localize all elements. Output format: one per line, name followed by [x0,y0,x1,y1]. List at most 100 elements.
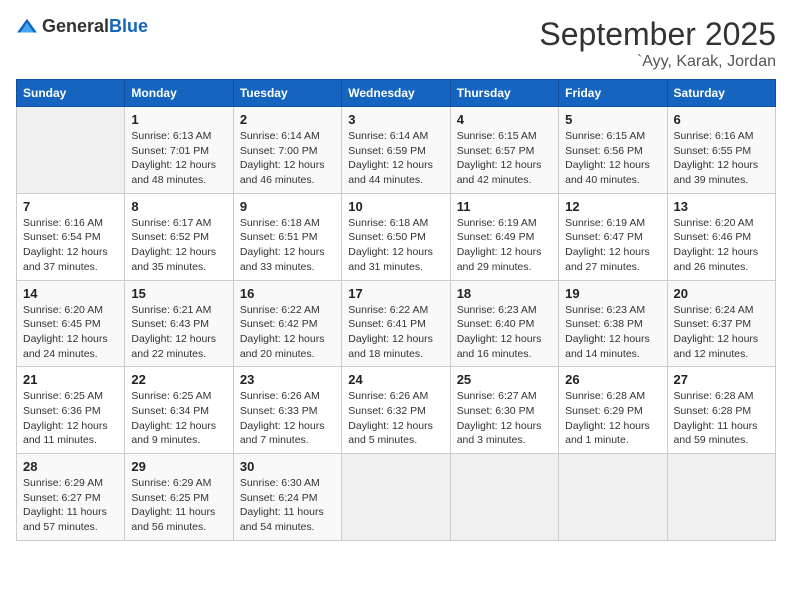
day-number: 29 [131,459,226,474]
calendar-cell: 24 Sunrise: 6:26 AM Sunset: 6:32 PM Dayli… [342,367,450,454]
day-number: 26 [565,372,660,387]
cell-content: Sunrise: 6:19 AM Sunset: 6:49 PM Dayligh… [457,216,552,275]
cell-content: Sunrise: 6:15 AM Sunset: 6:56 PM Dayligh… [565,129,660,188]
calendar-cell: 26 Sunrise: 6:28 AM Sunset: 6:29 PM Dayli… [559,367,667,454]
cell-content: Sunrise: 6:26 AM Sunset: 6:32 PM Dayligh… [348,389,443,448]
day-number: 2 [240,112,335,127]
day-number: 21 [23,372,118,387]
calendar-cell: 13Sunrise: 6:20 AM Sunset: 6:46 PM Dayli… [667,193,775,280]
cell-content: Sunrise: 6:15 AM Sunset: 6:57 PM Dayligh… [457,129,552,188]
calendar-cell: 28 Sunrise: 6:29 AM Sunset: 6:27 PM Dayli… [17,454,125,541]
weekday-header-cell: Wednesday [342,80,450,107]
calendar-cell: 18Sunrise: 6:23 AM Sunset: 6:40 PM Dayli… [450,280,558,367]
weekday-header-cell: Tuesday [233,80,341,107]
cell-content: Sunrise: 6:28 AM Sunset: 6:28 PM Dayligh… [674,389,769,448]
day-number: 7 [23,199,118,214]
day-number: 14 [23,286,118,301]
calendar-cell: 17 Sunrise: 6:22 AM Sunset: 6:41 PM Dayli… [342,280,450,367]
calendar-cell: 3 Sunrise: 6:14 AM Sunset: 6:59 PM Daylig… [342,107,450,194]
calendar-cell: 23 Sunrise: 6:26 AM Sunset: 6:33 PM Dayli… [233,367,341,454]
cell-content: Sunrise: 6:30 AM Sunset: 6:24 PM Dayligh… [240,476,335,535]
day-number: 11 [457,199,552,214]
cell-content: Sunrise: 6:18 AM Sunset: 6:51 PM Dayligh… [240,216,335,275]
cell-content: Sunrise: 6:14 AM Sunset: 6:59 PM Dayligh… [348,129,443,188]
cell-content: Sunrise: 6:14 AM Sunset: 7:00 PM Dayligh… [240,129,335,188]
calendar-cell: 10Sunrise: 6:18 AM Sunset: 6:50 PM Dayli… [342,193,450,280]
cell-content: Sunrise: 6:21 AM Sunset: 6:43 PM Dayligh… [131,303,226,362]
day-number: 12 [565,199,660,214]
calendar-table: SundayMondayTuesdayWednesdayThursdayFrid… [16,79,776,541]
weekday-header-cell: Saturday [667,80,775,107]
calendar-cell: 4 Sunrise: 6:15 AM Sunset: 6:57 PM Daylig… [450,107,558,194]
cell-content: Sunrise: 6:28 AM Sunset: 6:29 PM Dayligh… [565,389,660,448]
cell-content: Sunrise: 6:23 AM Sunset: 6:38 PM Dayligh… [565,303,660,362]
calendar-body: 1 Sunrise: 6:13 AM Sunset: 7:01 PM Daylig… [17,107,776,541]
logo-icon [16,16,38,38]
cell-content: Sunrise: 6:19 AM Sunset: 6:47 PM Dayligh… [565,216,660,275]
calendar-cell: 22 Sunrise: 6:25 AM Sunset: 6:34 PM Dayli… [125,367,233,454]
day-number: 19 [565,286,660,301]
cell-content: Sunrise: 6:29 AM Sunset: 6:25 PM Dayligh… [131,476,226,535]
calendar-cell [17,107,125,194]
calendar-cell: 21 Sunrise: 6:25 AM Sunset: 6:36 PM Dayli… [17,367,125,454]
day-number: 5 [565,112,660,127]
calendar-cell: 27 Sunrise: 6:28 AM Sunset: 6:28 PM Dayli… [667,367,775,454]
cell-content: Sunrise: 6:26 AM Sunset: 6:33 PM Dayligh… [240,389,335,448]
calendar-cell: 8 Sunrise: 6:17 AM Sunset: 6:52 PM Daylig… [125,193,233,280]
calendar-cell: 19 Sunrise: 6:23 AM Sunset: 6:38 PM Dayli… [559,280,667,367]
cell-content: Sunrise: 6:27 AM Sunset: 6:30 PM Dayligh… [457,389,552,448]
calendar-cell: 16Sunrise: 6:22 AM Sunset: 6:42 PM Dayli… [233,280,341,367]
cell-content: Sunrise: 6:22 AM Sunset: 6:41 PM Dayligh… [348,303,443,362]
day-number: 9 [240,199,335,214]
calendar-cell: 5 Sunrise: 6:15 AM Sunset: 6:56 PM Daylig… [559,107,667,194]
page-header: GeneralBlue September 2025 `Ayy, Karak, … [16,16,776,71]
calendar-header: SundayMondayTuesdayWednesdayThursdayFrid… [17,80,776,107]
calendar-cell: 14Sunrise: 6:20 AM Sunset: 6:45 PM Dayli… [17,280,125,367]
calendar-week-row: 21 Sunrise: 6:25 AM Sunset: 6:36 PM Dayli… [17,367,776,454]
day-number: 6 [674,112,769,127]
calendar-cell: 7 Sunrise: 6:16 AM Sunset: 6:54 PM Daylig… [17,193,125,280]
calendar-cell: 9 Sunrise: 6:18 AM Sunset: 6:51 PM Daylig… [233,193,341,280]
cell-content: Sunrise: 6:13 AM Sunset: 7:01 PM Dayligh… [131,129,226,188]
day-number: 20 [674,286,769,301]
day-number: 28 [23,459,118,474]
weekday-header-row: SundayMondayTuesdayWednesdayThursdayFrid… [17,80,776,107]
day-number: 3 [348,112,443,127]
cell-content: Sunrise: 6:17 AM Sunset: 6:52 PM Dayligh… [131,216,226,275]
cell-content: Sunrise: 6:20 AM Sunset: 6:46 PM Dayligh… [674,216,769,275]
logo: GeneralBlue [16,16,148,38]
cell-content: Sunrise: 6:25 AM Sunset: 6:36 PM Dayligh… [23,389,118,448]
day-number: 1 [131,112,226,127]
day-number: 17 [348,286,443,301]
cell-content: Sunrise: 6:16 AM Sunset: 6:54 PM Dayligh… [23,216,118,275]
calendar-cell: 29 Sunrise: 6:29 AM Sunset: 6:25 PM Dayli… [125,454,233,541]
day-number: 30 [240,459,335,474]
weekday-header-cell: Monday [125,80,233,107]
logo-text-general: General [42,16,109,36]
weekday-header-cell: Thursday [450,80,558,107]
day-number: 4 [457,112,552,127]
day-number: 18 [457,286,552,301]
calendar-cell: 20 Sunrise: 6:24 AM Sunset: 6:37 PM Dayli… [667,280,775,367]
calendar-cell: 11 Sunrise: 6:19 AM Sunset: 6:49 PM Dayli… [450,193,558,280]
calendar-cell: 25 Sunrise: 6:27 AM Sunset: 6:30 PM Dayli… [450,367,558,454]
cell-content: Sunrise: 6:29 AM Sunset: 6:27 PM Dayligh… [23,476,118,535]
day-number: 16 [240,286,335,301]
day-number: 25 [457,372,552,387]
day-number: 23 [240,372,335,387]
location-title: `Ayy, Karak, Jordan [539,53,776,71]
calendar-cell [342,454,450,541]
cell-content: Sunrise: 6:25 AM Sunset: 6:34 PM Dayligh… [131,389,226,448]
day-number: 24 [348,372,443,387]
calendar-cell: 1 Sunrise: 6:13 AM Sunset: 7:01 PM Daylig… [125,107,233,194]
logo-text-blue: Blue [109,16,148,36]
day-number: 8 [131,199,226,214]
weekday-header-cell: Sunday [17,80,125,107]
day-number: 22 [131,372,226,387]
calendar-cell [667,454,775,541]
day-number: 10 [348,199,443,214]
weekday-header-cell: Friday [559,80,667,107]
cell-content: Sunrise: 6:24 AM Sunset: 6:37 PM Dayligh… [674,303,769,362]
day-number: 27 [674,372,769,387]
calendar-cell: 30 Sunrise: 6:30 AM Sunset: 6:24 PM Dayli… [233,454,341,541]
